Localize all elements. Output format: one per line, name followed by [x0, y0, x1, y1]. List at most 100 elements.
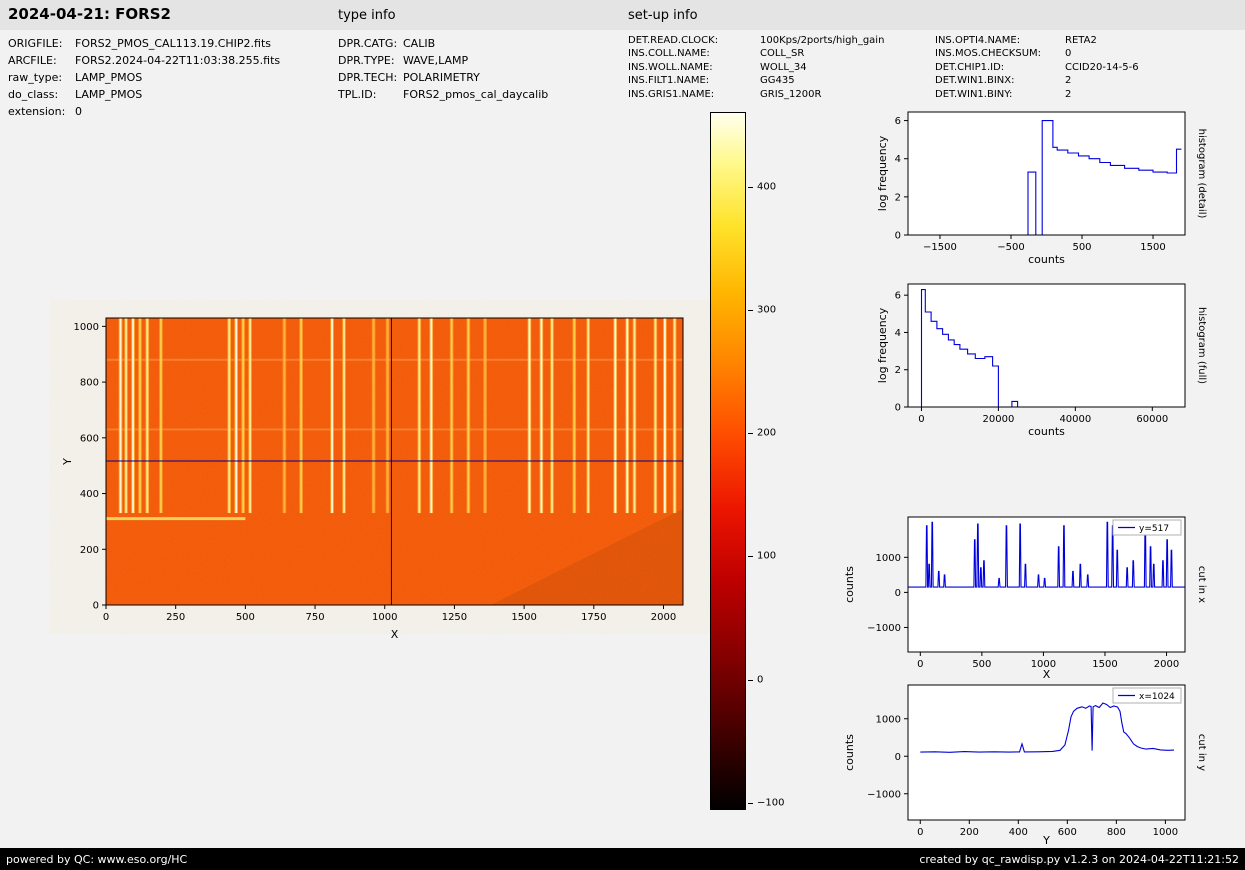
kv-value: WAVE,LAMP: [403, 54, 469, 67]
svg-text:histogram (detail): histogram (detail): [1196, 129, 1207, 219]
colorbar-tick-label: −100: [757, 797, 785, 809]
kv-row: ARCFILE: FORS2.2024-04-22T11:03:38.255.fi…: [8, 52, 280, 69]
kv-value: GG435: [760, 75, 795, 87]
svg-text:1500: 1500: [511, 612, 536, 623]
svg-text:40000: 40000: [1059, 414, 1091, 425]
svg-text:histogram (full): histogram (full): [1196, 307, 1207, 384]
kv-value: RETA2: [1065, 35, 1097, 46]
raw-image-plot: 0 250 500 750 1000 1250 1500 1750 2000 0 200 400 600…: [50, 300, 710, 660]
kv-value: FORS2.2024-04-22T11:03:38.255.fits: [75, 54, 281, 67]
kv-row: do_class: LAMP_PMOS: [8, 86, 280, 103]
colorbar-gradient: [710, 112, 746, 810]
svg-text:500: 500: [1072, 242, 1091, 253]
histogram-full-plot: 0 20000 40000 60000 0 2 4 6 counts log frequency h…: [830, 272, 1242, 452]
kv-value: CCID20-14-5-6: [1065, 61, 1139, 73]
kv-label: INS.GRIS1.NAME:: [628, 88, 715, 100]
svg-text:6: 6: [895, 291, 901, 302]
svg-text:0: 0: [895, 403, 901, 414]
svg-text:6: 6: [895, 116, 901, 127]
raw-image-svg: 0 250 500 750 1000 1250 1500 1750 2000 0 200 400 600…: [61, 317, 684, 641]
kv-label: raw_type:: [8, 71, 63, 84]
kv-value: 0: [75, 105, 82, 118]
svg-text:200: 200: [80, 545, 99, 556]
svg-text:y=517: y=517: [1139, 524, 1169, 534]
svg-text:X: X: [391, 628, 399, 641]
type-info-block: DPR.CATG: CALIB DPR.TYPE: WAVE,LAMP DPR.TE…: [338, 35, 548, 103]
svg-text:600: 600: [80, 433, 99, 444]
kv-value: LAMP_PMOS: [75, 88, 143, 101]
svg-text:750: 750: [306, 612, 325, 623]
svg-text:20000: 20000: [983, 414, 1015, 425]
svg-text:500: 500: [972, 659, 991, 670]
svg-text:1000: 1000: [372, 612, 397, 623]
hist_detail-svg: −1500 −500 500 1500 0 2 4 6 counts log frequency h…: [876, 111, 1207, 266]
kv-row: extension: 0: [8, 103, 280, 120]
kv-label: DET.READ.CLOCK:: [628, 35, 719, 46]
svg-text:x=1024: x=1024: [1139, 692, 1175, 702]
kv-label: INS.MOS.CHECKSUM:: [935, 48, 1042, 60]
svg-text:cut in x: cut in x: [1196, 566, 1207, 603]
kv-label: ORIGFILE:: [8, 37, 63, 50]
colorbar: −100 0 100 200 300 400: [710, 112, 805, 816]
kv-label: ARCFILE:: [8, 54, 57, 67]
setup-info-heading: set-up info: [628, 8, 698, 23]
kv-value: 0: [1065, 48, 1072, 60]
kv-value: GRIS_1200R: [760, 88, 822, 100]
svg-text:Y: Y: [1042, 834, 1050, 847]
kv-row: INS.COLL.NAME: COLL_SR: [628, 47, 884, 60]
svg-text:0: 0: [895, 752, 901, 763]
colorbar-tick: [748, 556, 753, 558]
hist_full-svg: 0 20000 40000 60000 0 2 4 6 counts log frequency h…: [876, 283, 1207, 438]
svg-text:0: 0: [895, 588, 901, 599]
colorbar-tick-label: 0: [757, 674, 764, 685]
svg-text:1500: 1500: [1092, 659, 1117, 670]
kv-row: DPR.CATG: CALIB: [338, 35, 548, 52]
header-bar: 2024-04-21: FORS2 type info set-up info: [0, 0, 1245, 30]
kv-row: raw_type: LAMP_PMOS: [8, 69, 280, 86]
kv-label: INS.WOLL.NAME:: [628, 61, 713, 73]
svg-text:2000: 2000: [651, 612, 676, 623]
svg-text:counts: counts: [843, 734, 856, 771]
kv-row: INS.OPTI4.NAME: RETA2: [935, 34, 1139, 47]
kv-value: FORS2_pmos_cal_daycalib: [403, 88, 549, 101]
svg-text:−1500: −1500: [923, 242, 957, 253]
svg-text:counts: counts: [843, 566, 856, 603]
kv-value: LAMP_PMOS: [75, 71, 143, 84]
kv-value: 2: [1065, 75, 1072, 87]
kv-label: DET.WIN1.BINX:: [935, 75, 1015, 87]
svg-text:1750: 1750: [581, 612, 606, 623]
svg-text:log frequency: log frequency: [876, 135, 889, 211]
histogram-detail-plot: −1500 −500 500 1500 0 2 4 6 counts log frequency h…: [830, 100, 1242, 280]
svg-text:250: 250: [166, 612, 185, 623]
svg-text:800: 800: [1107, 827, 1126, 838]
svg-text:0: 0: [917, 659, 923, 670]
colorbar-tick: [748, 187, 753, 189]
kv-label: DET.CHIP1.ID:: [935, 61, 1005, 73]
svg-text:1500: 1500: [1140, 242, 1165, 253]
kv-value: POLARIMETRY: [403, 71, 480, 84]
svg-text:400: 400: [80, 489, 99, 500]
kv-label: INS.OPTI4.NAME:: [935, 35, 1021, 46]
svg-text:2: 2: [895, 365, 901, 376]
colorbar-tick: [748, 679, 753, 681]
svg-text:−1000: −1000: [867, 623, 901, 634]
kv-row: DET.WIN1.BINX: 2: [935, 74, 1139, 87]
svg-text:1000: 1000: [876, 553, 901, 564]
svg-text:60000: 60000: [1136, 414, 1168, 425]
colorbar-tick: [748, 433, 753, 435]
svg-text:4: 4: [895, 328, 901, 339]
footer-powered-by: powered by QC: www.eso.org/HC: [6, 852, 188, 866]
svg-text:500: 500: [236, 612, 255, 623]
kv-row: INS.WOLL.NAME: WOLL_34: [628, 61, 884, 74]
svg-text:1000: 1000: [74, 322, 99, 333]
kv-row: ORIGFILE: FORS2_PMOS_CAL113.19.CHIP2.fits: [8, 35, 280, 52]
file-info-block: ORIGFILE: FORS2_PMOS_CAL113.19.CHIP2.fits…: [8, 35, 280, 120]
cut_y-svg: 0 200 400 600 800 1000 −1000 0 1000 Ycounts cut in…: [843, 684, 1207, 847]
svg-text:800: 800: [80, 378, 99, 389]
cut_x-svg: 0 500 1000 1500 2000−100001000Xcounts cut in …: [843, 516, 1207, 681]
kv-row: DPR.TYPE: WAVE,LAMP: [338, 52, 548, 69]
colorbar-tick-label: 300: [757, 304, 777, 316]
kv-row: INS.MOS.CHECKSUM: 0: [935, 47, 1139, 60]
kv-label: DPR.TYPE:: [338, 54, 395, 67]
colorbar-tick-label: 400: [757, 181, 777, 193]
